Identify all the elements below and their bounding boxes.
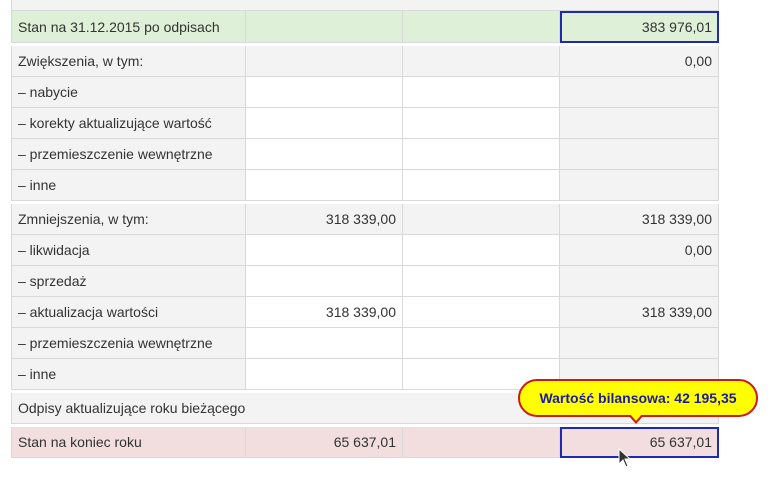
table-cell [246, 46, 403, 77]
input-cell[interactable] [403, 297, 560, 328]
input-cell[interactable] [246, 139, 403, 170]
table-cell [560, 170, 719, 201]
table-cell [560, 108, 719, 139]
table-cell: 318 339,00 [560, 297, 719, 328]
table-cell: 318 339,00 [560, 204, 719, 235]
input-cell[interactable] [246, 235, 403, 266]
table-row: – przemieszczenie wewnętrzne [11, 139, 719, 170]
table-cell: 0,00 [560, 235, 719, 266]
row-label: Stan na koniec roku [11, 427, 246, 458]
row-label: – przemieszczenie wewnętrzne [11, 139, 246, 170]
input-cell[interactable]: 318 339,00 [246, 297, 403, 328]
row-label: – sprzedaż [11, 266, 246, 297]
table-row: – korekty aktualizujące wartość [11, 108, 719, 139]
input-cell[interactable] [403, 77, 560, 108]
row-label: Zmniejszenia, w tym: [11, 204, 246, 235]
table-row: Zmniejszenia, w tym: 318 339,00 318 339,… [11, 204, 719, 235]
table-cell [560, 328, 719, 359]
input-cell[interactable] [246, 328, 403, 359]
table-row: – inne [11, 170, 719, 201]
row-label: – korekty aktualizujące wartość [11, 108, 246, 139]
table-cell [560, 139, 719, 170]
table-cell: 65 637,01 [246, 427, 403, 458]
mouse-cursor-icon [618, 448, 632, 468]
table-cell [560, 77, 719, 108]
tooltip-arrow-fill [630, 414, 642, 421]
input-cell[interactable] [246, 266, 403, 297]
table-row: – przemieszczenia wewnętrzne [11, 328, 719, 359]
row-label: – przemieszczenia wewnętrzne [11, 328, 246, 359]
input-cell[interactable] [246, 170, 403, 201]
input-cell[interactable] [403, 108, 560, 139]
row-label: Stan na 31.12.2015 po odpisach [11, 11, 246, 43]
table-cell: 318 339,00 [246, 204, 403, 235]
input-cell[interactable] [403, 170, 560, 201]
row-label: – inne [11, 359, 246, 390]
balance-start-value[interactable]: 383 976,01 [560, 11, 719, 43]
table-row: Stan na 31.12.2015 po odpisach 383 976,0… [11, 11, 719, 43]
input-cell[interactable] [403, 266, 560, 297]
table-cell [403, 427, 560, 458]
balance-end-value[interactable]: 65 637,01 [560, 427, 719, 458]
table-cell [403, 204, 560, 235]
table-cell [246, 11, 403, 43]
table-cell [560, 266, 719, 297]
row-label: Zwiększenia, w tym: [11, 46, 246, 77]
table-cell [403, 11, 560, 43]
table-row: Stan na koniec roku 65 637,01 65 637,01 [11, 427, 719, 458]
input-cell[interactable] [403, 235, 560, 266]
row-label: – aktualizacja wartości [11, 297, 246, 328]
input-cell[interactable] [246, 77, 403, 108]
table-row: Zwiększenia, w tym: 0,00 [11, 46, 719, 77]
table-row: – likwidacja 0,00 [11, 235, 719, 266]
table-row: – aktualizacja wartości 318 339,00 318 3… [11, 297, 719, 328]
table-cell: 0,00 [560, 46, 719, 77]
balance-tooltip: Wartość bilansowa: 42 195,35 [518, 379, 758, 417]
table-row: – sprzedaż [11, 266, 719, 297]
input-cell[interactable] [403, 328, 560, 359]
input-cell[interactable] [246, 359, 403, 390]
table-cell [403, 46, 560, 77]
row-label: – likwidacja [11, 235, 246, 266]
table-cell [11, 0, 719, 11]
input-cell[interactable] [403, 139, 560, 170]
table-row: – nabycie [11, 77, 719, 108]
input-cell[interactable] [246, 108, 403, 139]
table-row [11, 0, 719, 11]
row-label: – nabycie [11, 77, 246, 108]
row-label: – inne [11, 170, 246, 201]
